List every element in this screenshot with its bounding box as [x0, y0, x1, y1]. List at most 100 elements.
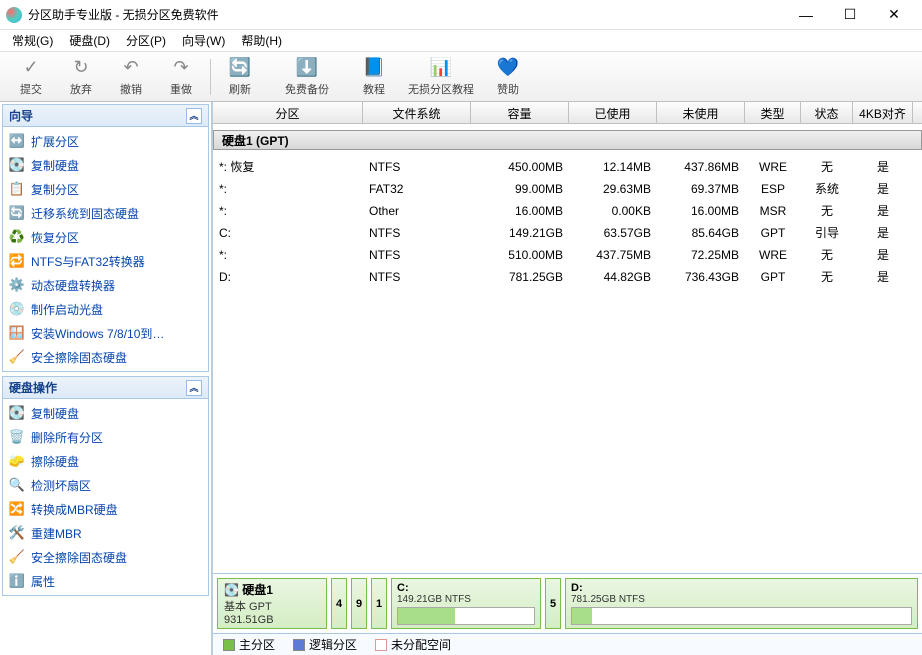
col-align[interactable]: 4KB对齐 [853, 102, 913, 123]
minimize-button[interactable]: — [784, 1, 828, 29]
wizard-item-7[interactable]: 💿制作启动光盘 [3, 297, 208, 321]
diskop-item-6[interactable]: 🧹安全擦除固态硬盘 [3, 545, 208, 569]
cell-free: 16.00MB [657, 202, 745, 220]
disk-size: 931.51GB [224, 614, 320, 626]
partition-row[interactable]: *:NTFS510.00MB437.75MB72.25MBWRE无是 [213, 244, 922, 266]
cell-used: 437.75MB [569, 246, 657, 264]
backup-icon: ⬇️ [296, 57, 318, 79]
cell-status: 引导 [801, 222, 853, 243]
cell-capacity: 149.21GB [471, 224, 569, 242]
wizard-item-5[interactable]: 🔁NTFS与FAT32转换器 [3, 249, 208, 273]
grid-header: 分区 文件系统 容量 已使用 未使用 类型 状态 4KB对齐 [213, 102, 922, 124]
wizard-item-label: 扩展分区 [31, 133, 79, 150]
disk-group-header[interactable]: 硬盘1 (GPT) [213, 130, 922, 150]
maximize-button[interactable]: ☐ [828, 1, 872, 29]
wizard-item-2[interactable]: 📋复制分区 [3, 177, 208, 201]
menu-partition[interactable]: 分区(P) [118, 30, 174, 51]
partition-tiny-0[interactable]: 4 [331, 578, 347, 629]
cell-fs: NTFS [363, 224, 471, 242]
col-fs[interactable]: 文件系统 [363, 102, 471, 123]
col-partition[interactable]: 分区 [213, 102, 363, 123]
cell-capacity: 450.00MB [471, 158, 569, 176]
partition-tiny-3[interactable]: 5 [545, 578, 561, 629]
wizard-item-label: 迁移系统到固态硬盘 [31, 205, 139, 222]
cell-partition: *: [213, 246, 363, 264]
diskop-item-2[interactable]: 🧽擦除硬盘 [3, 449, 208, 473]
donate-button[interactable]: 💙赞助 [483, 55, 533, 99]
wizard-item-0[interactable]: ↔️扩展分区 [3, 129, 208, 153]
cell-align: 是 [853, 222, 913, 243]
diskop-item-icon: ℹ️ [9, 573, 25, 589]
partition-d-bar [571, 607, 912, 625]
grid-body[interactable]: 硬盘1 (GPT) *: 恢复NTFS450.00MB12.14MB437.86… [213, 124, 922, 573]
cell-used: 0.00KB [569, 202, 657, 220]
diskop-item-5[interactable]: 🛠️重建MBR [3, 521, 208, 545]
menu-disk[interactable]: 硬盘(D) [61, 30, 118, 51]
menu-general[interactable]: 常规(G) [4, 30, 61, 51]
cell-align: 是 [853, 244, 913, 265]
cell-fs: FAT32 [363, 180, 471, 198]
wizard-item-icon: ⚙️ [9, 277, 25, 293]
col-type[interactable]: 类型 [745, 102, 801, 123]
wizard-item-1[interactable]: 💽复制硬盘 [3, 153, 208, 177]
col-used[interactable]: 已使用 [569, 102, 657, 123]
col-free[interactable]: 未使用 [657, 102, 745, 123]
cell-used: 29.63MB [569, 180, 657, 198]
disk-info-block[interactable]: 💽 硬盘1 基本 GPT 931.51GB [217, 578, 327, 629]
wizard-item-icon: 🔄 [9, 205, 25, 221]
primary-swatch [223, 639, 235, 651]
discard-button[interactable]: ↻放弃 [56, 55, 106, 99]
disk-map: 💽 硬盘1 基本 GPT 931.51GB 4 9 1 C: 149.21GB … [213, 573, 922, 633]
diskop-item-3[interactable]: 🔍检测坏扇区 [3, 473, 208, 497]
col-capacity[interactable]: 容量 [471, 102, 569, 123]
diskop-item-1[interactable]: 🗑️删除所有分区 [3, 425, 208, 449]
backup-button[interactable]: ⬇️免费备份 [265, 55, 349, 99]
cell-free: 736.43GB [657, 268, 745, 286]
collapse-icon[interactable]: ︽ [186, 380, 202, 396]
partition-row[interactable]: C:NTFS149.21GB63.57GB85.64GBGPT引导是 [213, 222, 922, 244]
cell-status: 无 [801, 156, 853, 177]
partition-d[interactable]: D: 781.25GB NTFS [565, 578, 918, 629]
commit-button[interactable]: ✓提交 [6, 55, 56, 99]
wizard-item-6[interactable]: ⚙️动态硬盘转换器 [3, 273, 208, 297]
wizard-item-label: NTFS与FAT32转换器 [31, 253, 145, 270]
partition-tiny-1[interactable]: 9 [351, 578, 367, 629]
cell-type: WRE [745, 158, 801, 176]
app-icon [6, 7, 22, 23]
partition-tiny-2[interactable]: 1 [371, 578, 387, 629]
refresh-button[interactable]: 🔄刷新 [215, 55, 265, 99]
undo-button[interactable]: ↶撤销 [106, 55, 156, 99]
diskop-item-0[interactable]: 💽复制硬盘 [3, 401, 208, 425]
partition-row[interactable]: *: 恢复NTFS450.00MB12.14MB437.86MBWRE无是 [213, 156, 922, 178]
wizard-item-4[interactable]: ♻️恢复分区 [3, 225, 208, 249]
cell-type: GPT [745, 268, 801, 286]
wizard-item-icon: 💽 [9, 157, 25, 173]
diskop-item-label: 删除所有分区 [31, 429, 103, 446]
wizard-item-8[interactable]: 🪟安装Windows 7/8/10到… [3, 321, 208, 345]
cell-fs: NTFS [363, 246, 471, 264]
wizard-panel-header: 向导 ︽ [3, 105, 208, 127]
partition-c[interactable]: C: 149.21GB NTFS [391, 578, 541, 629]
content: 分区 文件系统 容量 已使用 未使用 类型 状态 4KB对齐 硬盘1 (GPT)… [212, 102, 922, 655]
partition-d-label: D: [571, 582, 912, 594]
partition-row[interactable]: *:Other16.00MB0.00KB16.00MBMSR无是 [213, 200, 922, 222]
disk-type: 基本 GPT [224, 598, 320, 614]
diskop-item-7[interactable]: ℹ️属性 [3, 569, 208, 593]
titlebar: 分区助手专业版 - 无损分区免费软件 — ☐ ✕ [0, 0, 922, 30]
redo-button[interactable]: ↷重做 [156, 55, 206, 99]
cell-free: 85.64GB [657, 224, 745, 242]
close-button[interactable]: ✕ [872, 1, 916, 29]
toolbar: ✓提交 ↻放弃 ↶撤销 ↷重做 🔄刷新 ⬇️免费备份 📘教程 📊无损分区教程 💙… [0, 52, 922, 102]
wizard-item-3[interactable]: 🔄 迁移系统到固态硬盘 [3, 201, 208, 225]
diskops-list: 💽复制硬盘🗑️删除所有分区🧽擦除硬盘🔍检测坏扇区🔀转换成MBR硬盘🛠️重建MBR… [3, 399, 208, 595]
wizard-item-9[interactable]: 🧹安全擦除固态硬盘 [3, 345, 208, 369]
collapse-icon[interactable]: ︽ [186, 108, 202, 124]
diskop-item-4[interactable]: 🔀转换成MBR硬盘 [3, 497, 208, 521]
menu-help[interactable]: 帮助(H) [233, 30, 290, 51]
col-status[interactable]: 状态 [801, 102, 853, 123]
partition-row[interactable]: *:FAT3299.00MB29.63MB69.37MBESP系统是 [213, 178, 922, 200]
lossless-tutorial-button[interactable]: 📊无损分区教程 [399, 55, 483, 99]
tutorial-button[interactable]: 📘教程 [349, 55, 399, 99]
partition-row[interactable]: D:NTFS781.25GB44.82GB736.43GBGPT无是 [213, 266, 922, 288]
menu-wizard[interactable]: 向导(W) [174, 30, 233, 51]
